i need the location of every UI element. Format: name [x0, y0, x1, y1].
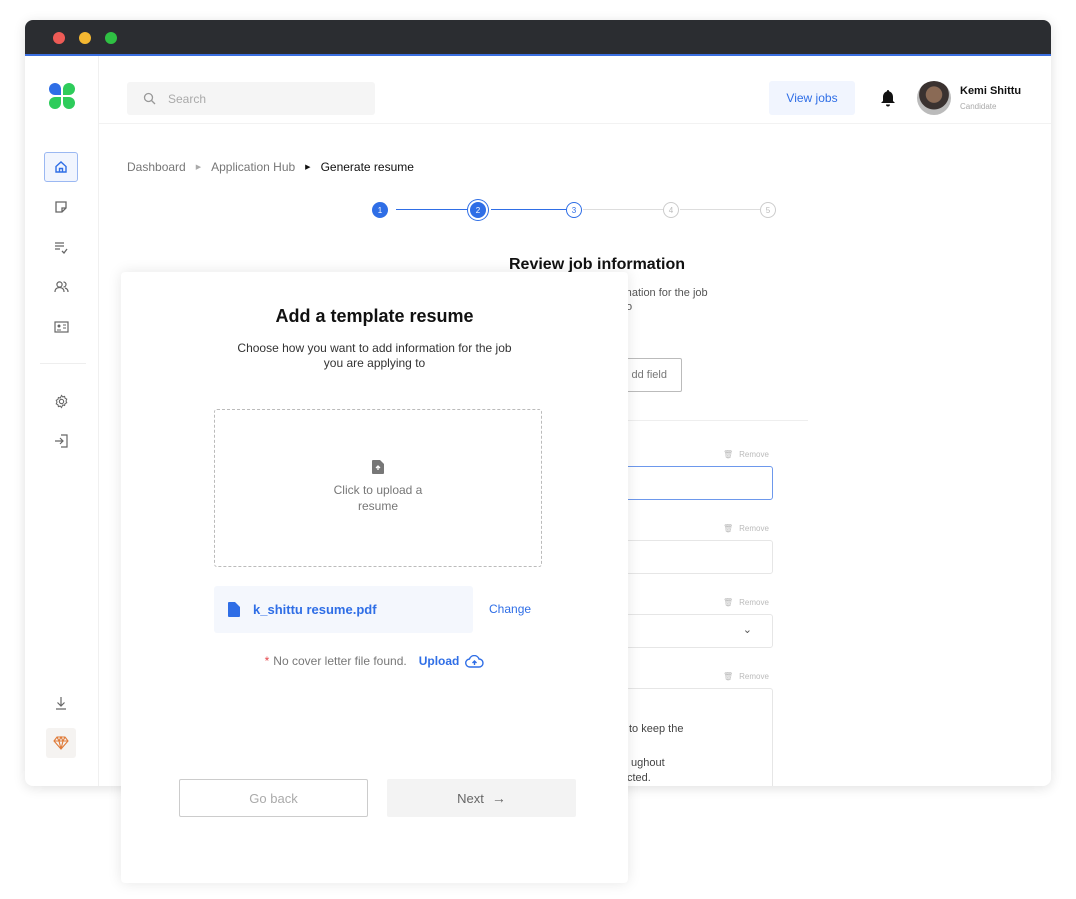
remove-field-button[interactable]: 🗑 Remove — [723, 672, 769, 681]
file-icon — [228, 602, 240, 617]
step-1[interactable]: 1 — [372, 202, 388, 218]
clover-logo — [49, 83, 75, 109]
step-connector — [396, 209, 469, 210]
upload-text: Click to upload a — [333, 483, 423, 497]
sidebar-divider — [40, 363, 86, 364]
download-icon — [56, 697, 66, 710]
step-connector — [491, 209, 566, 210]
users-icon — [53, 281, 69, 293]
search-placeholder: Search — [168, 91, 207, 106]
title-bar — [25, 20, 1051, 56]
user-name: Kemi Shittu — [960, 85, 1022, 97]
sidebar-item-home[interactable] — [44, 152, 78, 182]
trash-icon: 🗑 — [723, 524, 734, 533]
modal-title: Add a template resume — [275, 306, 474, 326]
cover-letter-text: No cover letter file found. — [273, 654, 407, 668]
home-icon — [55, 161, 67, 173]
remove-field-button[interactable]: 🗑 Remove — [723, 598, 769, 607]
id-card-icon — [53, 321, 69, 333]
avatar[interactable] — [917, 81, 951, 115]
login-icon — [54, 434, 68, 448]
search-input[interactable]: Search — [127, 82, 375, 115]
trash-icon: 🗑 — [723, 598, 734, 607]
user-role: Candidate — [960, 102, 997, 111]
breadcrumb-separator-icon: ▶ — [305, 164, 311, 171]
sidebar-item-sketch[interactable] — [46, 728, 76, 758]
review-desc: rmation for the job — [619, 287, 708, 299]
step-connector — [583, 209, 663, 210]
list-edit-icon — [55, 242, 68, 254]
sidebar-item-tasks[interactable] — [44, 232, 78, 262]
sidebar-item-profile-card[interactable] — [44, 312, 78, 342]
gear-icon — [55, 393, 67, 409]
upload-cover-letter-link[interactable]: Upload — [419, 654, 485, 668]
sidebar-item-logout[interactable] — [44, 426, 78, 456]
remove-label: Remove — [739, 598, 769, 607]
sketch-icon — [53, 736, 69, 750]
upload-text-2: resume — [357, 499, 398, 513]
upload-dropzone[interactable]: Click to upload a resume — [214, 409, 542, 567]
next-button[interactable]: Next → — [387, 779, 576, 817]
file-name: k_shittu resume.pdf — [253, 602, 377, 617]
textarea-line: cted. — [627, 772, 651, 784]
file-upload-icon — [372, 460, 384, 474]
sidebar-item-settings[interactable] — [44, 386, 78, 416]
chevron-down-icon: ⌄ — [742, 624, 752, 636]
breadcrumb: Dashboard ▶ Application Hub ▶ Generate r… — [127, 160, 414, 174]
cloud-upload-icon — [465, 654, 485, 668]
go-back-button[interactable]: Go back — [179, 779, 368, 817]
next-label: Next — [457, 790, 484, 806]
step-connector — [680, 209, 760, 210]
breadcrumb-dashboard[interactable]: Dashboard — [127, 160, 186, 174]
modal-subtitle-2: you are applying to — [323, 356, 426, 370]
sidebar — [25, 56, 99, 786]
textarea-line: to keep the — [629, 723, 684, 735]
trash-icon: 🗑 — [723, 450, 734, 459]
upload-label: Upload — [418, 654, 460, 668]
step-5[interactable]: 5 — [760, 202, 776, 218]
arrow-right-icon: → — [491, 790, 506, 806]
sidebar-item-users[interactable] — [44, 272, 78, 302]
change-file-link[interactable]: Change — [489, 602, 531, 616]
bell-icon[interactable] — [880, 89, 896, 107]
step-2[interactable]: 2 — [470, 202, 486, 218]
note-icon — [55, 201, 67, 213]
selected-file: k_shittu resume.pdf — [214, 586, 473, 633]
step-3[interactable]: 3 — [566, 202, 582, 218]
breadcrumb-current: Generate resume — [320, 160, 414, 174]
breadcrumb-application-hub[interactable]: Application Hub — [211, 160, 295, 174]
cover-letter-note: * No cover letter file found. Upload — [121, 654, 628, 668]
textarea-line: ughout — [631, 757, 665, 769]
remove-field-button[interactable]: 🗑 Remove — [723, 450, 769, 459]
step-4[interactable]: 4 — [663, 202, 679, 218]
close-window-button[interactable] — [53, 32, 65, 44]
modal-subtitle: Choose how you want to add information f… — [237, 341, 512, 355]
search-icon — [143, 92, 156, 105]
top-header: Search View jobs Kemi Shittu Candidate — [99, 56, 1051, 124]
breadcrumb-separator-icon: ▶ — [195, 164, 202, 171]
remove-label: Remove — [739, 524, 769, 533]
trash-icon: 🗑 — [723, 672, 734, 681]
required-asterisk: * — [264, 654, 270, 668]
remove-label: Remove — [739, 450, 769, 459]
minimize-window-button[interactable] — [79, 32, 91, 44]
add-template-resume-modal: Add a template resume Choose how you wan… — [121, 272, 628, 883]
remove-field-button[interactable]: 🗑 Remove — [723, 524, 769, 533]
maximize-window-button[interactable] — [105, 32, 117, 44]
remove-label: Remove — [739, 672, 769, 681]
view-jobs-button[interactable]: View jobs — [769, 81, 855, 115]
sidebar-item-download[interactable] — [44, 688, 78, 718]
sidebar-item-notes[interactable] — [44, 192, 78, 222]
